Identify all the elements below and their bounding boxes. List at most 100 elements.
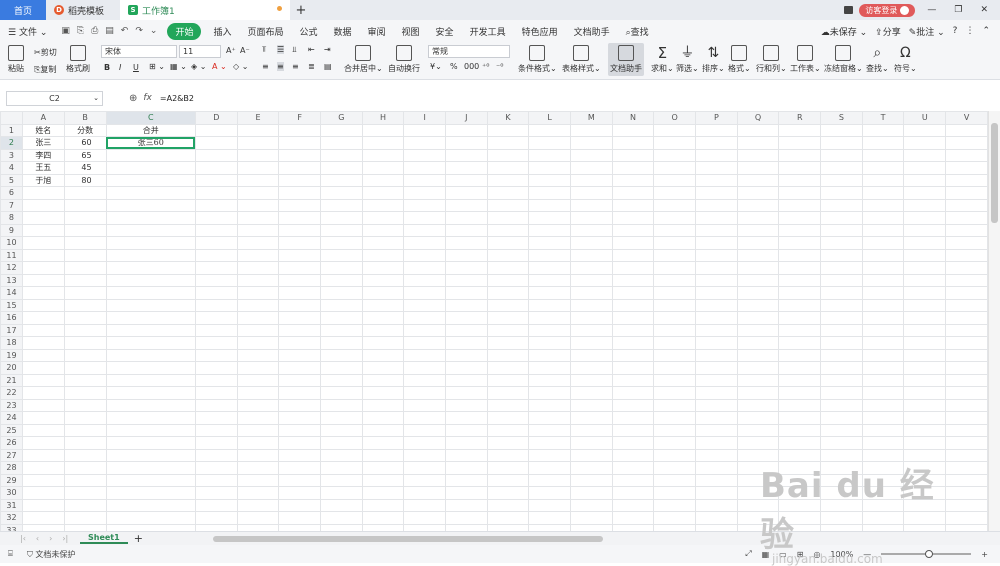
cell[interactable] [278, 436, 321, 450]
cell[interactable] [653, 211, 697, 225]
cell[interactable] [611, 336, 655, 350]
cell[interactable] [569, 423, 613, 437]
cell[interactable] [445, 448, 488, 462]
cell[interactable] [486, 148, 530, 162]
cell[interactable] [319, 211, 363, 225]
cell[interactable] [486, 123, 530, 137]
cell[interactable] [361, 473, 405, 487]
font-color-icon[interactable]: A ⌄ [212, 62, 227, 71]
cell[interactable] [486, 336, 530, 350]
cell[interactable] [945, 161, 988, 175]
cell[interactable] [403, 173, 446, 187]
menu-developer[interactable]: 开发工具 [462, 25, 514, 38]
cell[interactable] [861, 348, 905, 362]
cell[interactable] [319, 136, 363, 150]
cell[interactable] [778, 248, 822, 262]
percent-icon[interactable]: % [450, 62, 458, 71]
cell[interactable] [778, 323, 822, 337]
cell[interactable] [736, 486, 780, 500]
cell[interactable] [445, 361, 488, 375]
cell[interactable] [105, 186, 196, 200]
cell[interactable] [861, 448, 905, 462]
cell[interactable] [278, 411, 321, 425]
cell[interactable] [820, 336, 863, 350]
menu-formulas[interactable]: 公式 [291, 25, 325, 38]
cell[interactable]: 于旭 [21, 173, 65, 187]
cell[interactable] [486, 436, 530, 450]
symbol-button[interactable]: Ω 符号⌄ [894, 45, 917, 74]
cell[interactable] [778, 198, 822, 212]
cell[interactable] [778, 223, 822, 237]
cell[interactable] [695, 211, 738, 225]
cell[interactable] [105, 448, 196, 462]
cell[interactable] [278, 448, 321, 462]
cell[interactable] [278, 348, 321, 362]
align-center-icon[interactable]: ≡ [277, 62, 284, 71]
cell[interactable] [820, 186, 863, 200]
cell[interactable] [236, 361, 280, 375]
cell[interactable] [236, 523, 280, 531]
cell[interactable] [903, 123, 947, 137]
cell[interactable] [528, 286, 571, 300]
cell[interactable] [319, 223, 363, 237]
indent-increase-icon[interactable]: ⇥ [324, 45, 331, 54]
cell[interactable] [105, 486, 196, 500]
cell[interactable] [820, 148, 863, 162]
cell[interactable] [736, 286, 780, 300]
redo-icon[interactable]: ↷ [135, 26, 143, 36]
cell[interactable] [105, 236, 196, 250]
cell[interactable] [403, 523, 446, 531]
cell[interactable] [63, 248, 107, 262]
cell[interactable] [778, 386, 822, 400]
cell-table[interactable]: A B C D E F G H I J K L M N O P Q R S T U V 1 姓名 分数 合并 2 张三 60 张三60 3 李… [0, 111, 988, 531]
cell[interactable] [278, 361, 321, 375]
cell[interactable] [611, 123, 655, 137]
cell[interactable] [486, 348, 530, 362]
row-header[interactable]: 30 [0, 486, 23, 500]
cell[interactable]: 王五 [21, 161, 65, 175]
align-middle-icon[interactable]: ☰ [277, 45, 285, 54]
cell[interactable] [21, 511, 65, 525]
paste-button[interactable]: 粘贴 [8, 45, 24, 74]
cell[interactable] [361, 148, 405, 162]
cell[interactable] [778, 123, 822, 137]
tab-workbook[interactable]: S 工作簿1 [120, 0, 290, 20]
cell[interactable] [361, 373, 405, 387]
cell[interactable] [194, 136, 238, 150]
cell[interactable] [278, 373, 321, 387]
cell[interactable] [194, 298, 238, 312]
cell[interactable] [403, 411, 446, 425]
cell[interactable] [611, 423, 655, 437]
cell[interactable] [194, 398, 238, 412]
cell[interactable] [486, 473, 530, 487]
cell[interactable] [236, 398, 280, 412]
cell[interactable] [820, 386, 863, 400]
page-break-view-icon[interactable]: ⊞ [797, 550, 804, 559]
cell[interactable] [105, 336, 196, 350]
align-bottom-icon[interactable]: ⫫ [292, 45, 297, 55]
cell[interactable] [445, 498, 488, 512]
cell[interactable] [528, 473, 571, 487]
cell[interactable] [236, 461, 280, 475]
column-header[interactable]: B [63, 111, 107, 125]
cell[interactable] [194, 361, 238, 375]
cell[interactable] [653, 173, 697, 187]
tab-template[interactable]: D 稻壳模板 [46, 0, 120, 20]
cell[interactable] [945, 223, 988, 237]
cell[interactable] [194, 198, 238, 212]
cell[interactable] [861, 261, 905, 275]
cell[interactable] [861, 198, 905, 212]
cell[interactable] [528, 398, 571, 412]
cell[interactable] [236, 123, 280, 137]
cell[interactable] [945, 136, 988, 150]
row-header[interactable]: 2 [0, 136, 23, 150]
cell[interactable] [278, 148, 321, 162]
cell[interactable] [486, 461, 530, 475]
justify-icon[interactable]: ≣ [308, 62, 315, 71]
cell[interactable] [63, 348, 107, 362]
cell[interactable] [278, 336, 321, 350]
cell[interactable]: 李四 [21, 148, 65, 162]
filter-button[interactable]: ⏚ 筛选⌄ [676, 45, 699, 74]
cell[interactable] [528, 336, 571, 350]
cell[interactable] [278, 248, 321, 262]
